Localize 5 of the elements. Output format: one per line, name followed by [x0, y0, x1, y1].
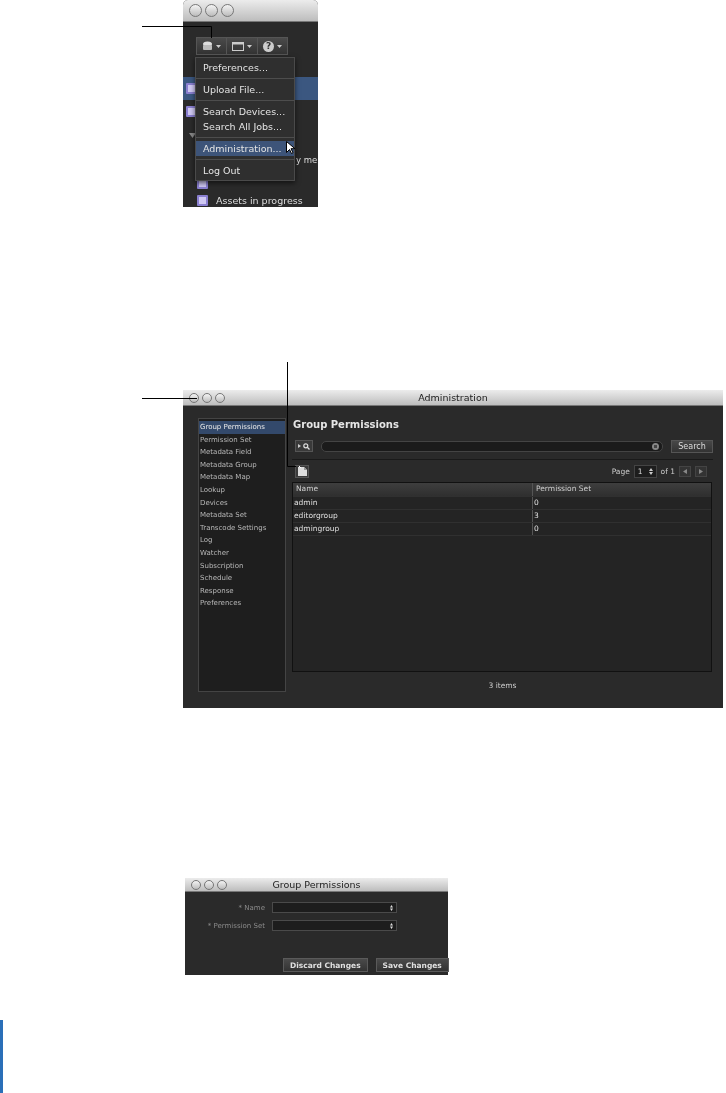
row-label: Assets in progress	[216, 194, 303, 206]
section-heading: Group Permissions	[293, 419, 400, 430]
window-title: Group Permissions	[272, 879, 361, 890]
help-icon: ?	[263, 40, 274, 52]
window-title: Administration	[418, 392, 488, 403]
